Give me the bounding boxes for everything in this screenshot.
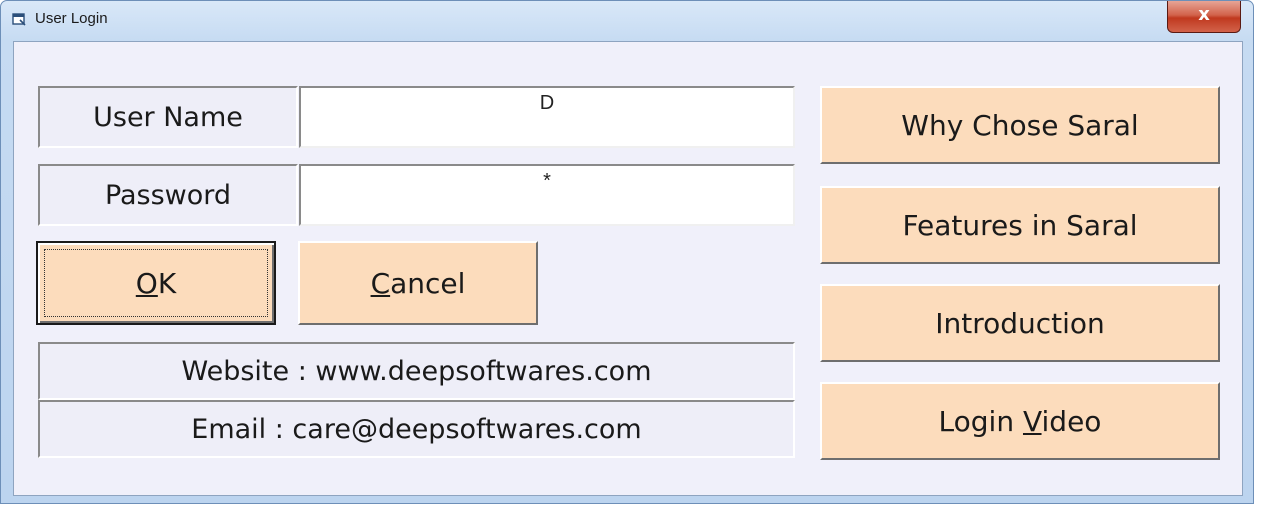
username-label: User Name [38,86,298,148]
focus-rectangle [44,249,268,317]
features-in-saral-button[interactable]: Features in Saral [820,186,1220,264]
close-icon[interactable]: x [1167,1,1241,33]
email-info: Email : care@deepsoftwares.com [38,400,795,458]
login-video-label: Login Video [938,404,1102,438]
introduction-button[interactable]: Introduction [820,284,1220,362]
password-input[interactable]: * [299,164,795,226]
username-input[interactable]: D [299,86,795,148]
website-info: Website : www.deepsoftwares.com [38,342,795,400]
cancel-button-label: Cancel [370,266,466,300]
login-video-button[interactable]: Login Video [820,382,1220,460]
title-bar[interactable]: User Login x [1,1,1253,41]
password-label: Password [38,164,298,226]
why-chose-saral-button[interactable]: Why Chose Saral [820,86,1220,164]
login-window: User Login x User Name D Password * OK C… [0,0,1254,504]
login-panel: User Name D Password * OK Cancel Website… [13,41,1243,496]
ok-button[interactable]: OK [36,241,276,325]
app-window-icon [11,11,27,27]
window-title: User Login [35,10,108,27]
cancel-button[interactable]: Cancel [298,241,538,325]
